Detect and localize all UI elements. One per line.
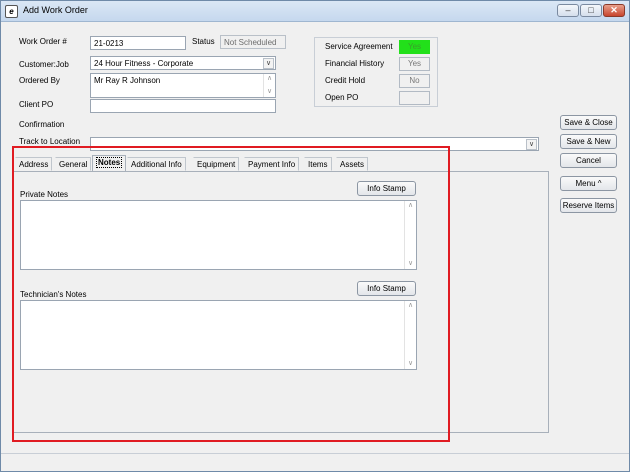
save-new-button[interactable]: Save & New bbox=[560, 134, 617, 149]
open-po-indicator bbox=[399, 91, 430, 105]
track-location-label: Track to Location bbox=[19, 137, 81, 146]
menu-button[interactable]: Menu ^ bbox=[560, 176, 617, 191]
tab-address[interactable]: Address bbox=[15, 157, 53, 171]
financial-history-indicator: Yes bbox=[399, 57, 430, 71]
technician-notes-scrollbar[interactable]: ∧ ∨ bbox=[404, 301, 416, 369]
minimize-button[interactable]: – bbox=[557, 4, 579, 17]
tab-assets[interactable]: Assets bbox=[336, 157, 369, 171]
customer-job-value: 24 Hour Fitness - Corporate bbox=[94, 59, 194, 68]
tab-general[interactable]: General bbox=[55, 157, 92, 171]
tab-equipment[interactable]: Equipment bbox=[193, 157, 240, 171]
save-close-button[interactable]: Save & Close bbox=[560, 115, 617, 130]
technician-notes-label: Technician's Notes bbox=[20, 290, 87, 299]
service-agreement-indicator: Yes bbox=[399, 40, 430, 54]
customer-job-label: Customer:Job bbox=[19, 60, 69, 69]
ordered-by-label: Ordered By bbox=[19, 76, 60, 85]
tab-notes-label: Notes bbox=[96, 157, 123, 168]
chevron-down-icon[interactable]: ∨ bbox=[263, 58, 274, 69]
client-po-field[interactable] bbox=[90, 99, 276, 113]
status-field: Not Scheduled bbox=[220, 35, 286, 49]
scroll-down-icon[interactable]: ∨ bbox=[405, 259, 416, 269]
status-label: Status bbox=[192, 37, 215, 46]
scroll-up-icon[interactable]: ∧ bbox=[405, 201, 416, 211]
tab-items[interactable]: Items bbox=[304, 157, 332, 171]
maximize-button[interactable]: □ bbox=[580, 4, 602, 17]
ordered-by-field[interactable]: Mr Ray R Johnson ∧ ∨ bbox=[90, 73, 276, 98]
financial-history-label: Financial History bbox=[325, 59, 385, 68]
chevron-down-icon[interactable]: ∨ bbox=[526, 139, 537, 150]
scroll-up-icon[interactable]: ∧ bbox=[264, 74, 275, 84]
client-po-label: Client PO bbox=[19, 100, 54, 109]
scroll-up-icon[interactable]: ∧ bbox=[405, 301, 416, 311]
private-notes-label: Private Notes bbox=[20, 190, 69, 199]
info-stamp-button[interactable]: Info Stamp bbox=[357, 181, 416, 196]
tab-notes[interactable]: Notes bbox=[92, 155, 127, 172]
credit-hold-label: Credit Hold bbox=[325, 76, 366, 85]
status-strip bbox=[1, 453, 629, 472]
scroll-down-icon[interactable]: ∨ bbox=[264, 87, 275, 97]
add-work-order-window: e Add Work Order – □ ✕ Work Order # 21-0… bbox=[0, 0, 630, 472]
customer-job-dropdown[interactable]: 24 Hour Fitness - Corporate ∨ bbox=[90, 56, 276, 70]
tab-additional-info[interactable]: Additional Info bbox=[127, 157, 186, 171]
notes-tab-panel: Private Notes Info Stamp ∧ ∨ Technician'… bbox=[13, 171, 549, 433]
reserve-items-button[interactable]: Reserve Items bbox=[560, 198, 617, 213]
tab-payment-info[interactable]: Payment Info bbox=[244, 157, 300, 171]
ordered-by-scrollbar[interactable]: ∧ ∨ bbox=[263, 74, 275, 97]
ordered-by-value: Mr Ray R Johnson bbox=[94, 76, 161, 85]
private-notes-scrollbar[interactable]: ∧ ∨ bbox=[404, 201, 416, 269]
track-location-dropdown[interactable]: ∨ bbox=[90, 137, 539, 151]
confirmation-label: Confirmation bbox=[19, 120, 65, 129]
credit-hold-indicator: No bbox=[399, 74, 430, 88]
cancel-button[interactable]: Cancel bbox=[560, 153, 617, 168]
private-notes-textarea[interactable]: ∧ ∨ bbox=[20, 200, 417, 270]
app-icon: e bbox=[5, 5, 18, 18]
scroll-down-icon[interactable]: ∨ bbox=[405, 359, 416, 369]
title-bar[interactable]: e Add Work Order – □ ✕ bbox=[1, 1, 629, 22]
work-order-label: Work Order # bbox=[19, 37, 67, 46]
open-po-label: Open PO bbox=[325, 93, 359, 102]
work-order-field[interactable]: 21-0213 bbox=[90, 36, 186, 50]
service-agreement-label: Service Agreement bbox=[325, 42, 393, 51]
close-button[interactable]: ✕ bbox=[603, 4, 625, 17]
technician-info-stamp-button[interactable]: Info Stamp bbox=[357, 281, 416, 296]
technician-notes-textarea[interactable]: ∧ ∨ bbox=[20, 300, 417, 370]
window-title: Add Work Order bbox=[23, 5, 88, 15]
